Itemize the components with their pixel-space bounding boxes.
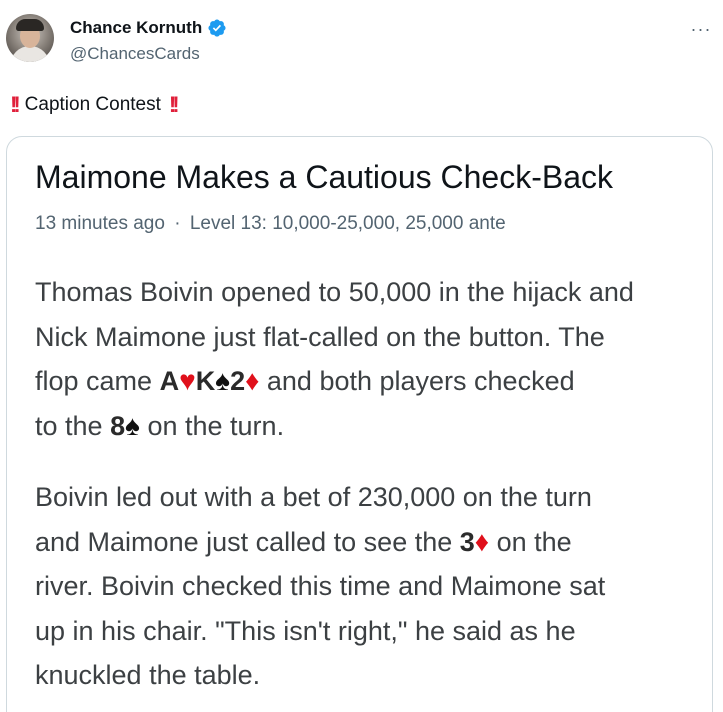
paragraph-line: to the 8♠ on the turn.	[35, 404, 705, 449]
author-name-row: Chance Kornuth	[70, 18, 227, 38]
display-name[interactable]: Chance Kornuth	[70, 18, 202, 38]
article-screenshot-card[interactable]: Maimone Makes a Cautious Check-Back 13 m…	[6, 136, 713, 712]
meta-separator: ·	[174, 213, 181, 234]
card-rank-three: 3	[459, 526, 475, 557]
caption-text: Caption Contest	[24, 94, 161, 115]
paragraph-line: and Maimone just called to see the 3♦ on…	[35, 520, 705, 565]
card-rank-eight: 8	[110, 410, 126, 441]
card-rank-two: 2	[230, 366, 246, 396]
meta-level: Level 13: 10,000-25,000, 25,000 ante	[189, 213, 506, 234]
spade-suit-icon: ♠	[125, 409, 140, 441]
paragraph-line: flop came A♥K♠2♦ and both players checke…	[35, 359, 705, 404]
paragraph-line: Thomas Boivin opened to 50,000 in the hi…	[35, 277, 634, 307]
text-span: and Maimone just called to see the	[35, 526, 460, 557]
article-title: Maimone Makes a Cautious Check-Back	[35, 159, 614, 195]
article-paragraph-1: Thomas Boivin opened to 50,000 in the hi…	[35, 270, 705, 448]
verified-badge-icon	[208, 19, 226, 37]
spade-suit-icon: ♠	[215, 365, 231, 396]
card-rank-king: K	[195, 366, 216, 396]
card-rank-ace: A	[159, 366, 180, 396]
text-span: to the	[35, 410, 111, 441]
article-meta: 13 minutes ago · Level 13: 10,000-25,000…	[35, 213, 506, 235]
paragraph-line: river. Boivin checked this time and Maim…	[35, 571, 606, 601]
avatar-cap	[16, 19, 44, 31]
author-handle[interactable]: @ChancesCards	[70, 44, 200, 64]
paragraph-line: knuckled the table.	[35, 660, 261, 690]
text-span: on the turn.	[139, 410, 285, 441]
text-span: flop came	[35, 366, 160, 396]
double-exclamation-icon: !!	[10, 92, 20, 117]
tweet-text: !! Caption Contest !!	[8, 92, 179, 118]
diamond-suit-icon: ♦	[245, 365, 260, 396]
paragraph-line: Boivin led out with a bet of 230,000 on …	[35, 482, 592, 512]
diamond-suit-icon: ♦	[474, 525, 490, 557]
meta-time: 13 minutes ago	[35, 213, 165, 234]
text-span: on the	[489, 526, 572, 557]
paragraph-line: up in his chair. "This isn't right," he …	[35, 615, 576, 646]
more-options-icon[interactable]: ···	[686, 14, 716, 44]
article-paragraph-2: Boivin led out with a bet of 230,000 on …	[35, 475, 705, 698]
double-exclamation-icon: !!	[168, 92, 179, 117]
tweet-header: Chance Kornuth @ChancesCards ···	[0, 0, 723, 80]
avatar[interactable]	[6, 14, 54, 62]
paragraph-line: Nick Maimone just flat-called on the but…	[35, 321, 605, 352]
heart-suit-icon: ♥	[179, 365, 196, 396]
text-span: and both players checked	[259, 366, 575, 396]
avatar-shirt	[10, 46, 50, 62]
